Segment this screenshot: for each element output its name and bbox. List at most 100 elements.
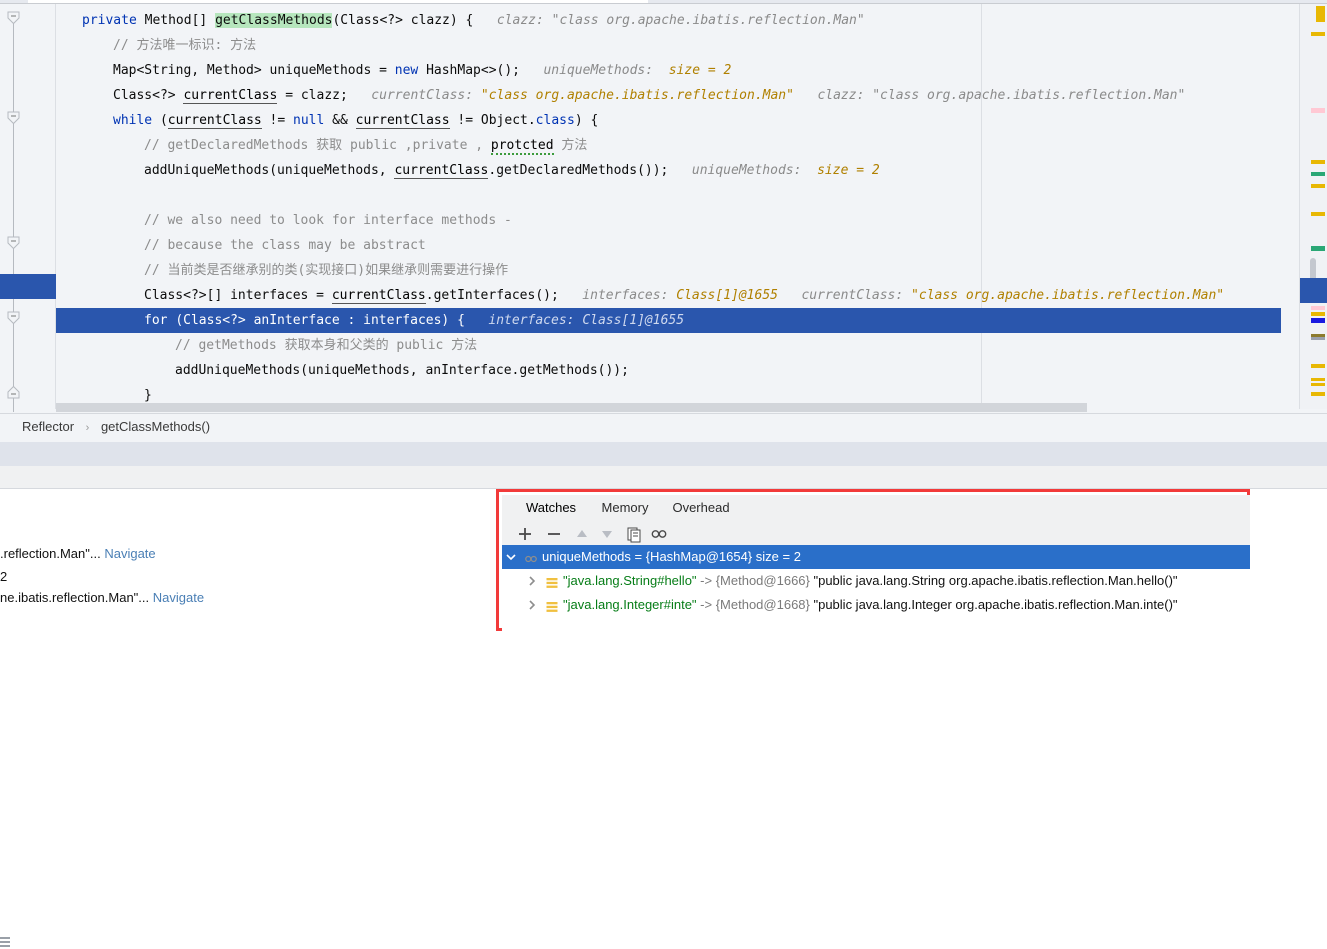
chevron-right-icon[interactable]	[525, 593, 539, 617]
chevron-right-icon: ›	[85, 422, 90, 434]
navigate-link[interactable]: Navigate	[104, 546, 155, 561]
watches-tree[interactable]: uniqueMethods = {HashMap@1654} size = 2 "…	[502, 545, 1250, 631]
code-line[interactable]: Map<String, Method> uniqueMethods = new …	[56, 58, 1281, 83]
minus-icon[interactable]	[545, 525, 563, 543]
code-token: new	[394, 63, 427, 78]
glasses-icon[interactable]	[650, 525, 668, 543]
code-lines[interactable]: private Method[] getClassMethods(Class<?…	[56, 4, 1281, 409]
watch-row[interactable]: "java.lang.Integer#inte" -> {Method@1668…	[502, 593, 1250, 617]
editor-marker[interactable]	[1311, 383, 1325, 386]
ellipsis: ...	[138, 590, 153, 605]
editor-marker[interactable]	[1311, 378, 1325, 381]
code-editor[interactable]: private Method[] getClassMethods(Class<?…	[0, 0, 1327, 413]
fold-expand-icon[interactable]	[6, 385, 21, 400]
watch-text: {Method@1666}	[715, 573, 810, 588]
code-token: clazz: "class org.apache.ibatis.reflecti…	[473, 13, 865, 28]
code-line[interactable]: addUniqueMethods(uniqueMethods, anInterf…	[56, 358, 1281, 383]
code-line[interactable]: // we also need to look for interface me…	[56, 208, 1281, 233]
code-line[interactable]: // getMethods 获取本身和父类的 public 方法	[56, 333, 1281, 358]
code-line[interactable]: // getDeclaredMethods 获取 public ,private…	[56, 133, 1281, 158]
code-token: getClassMethods	[215, 13, 333, 28]
editor-marker[interactable]	[1311, 212, 1325, 216]
code-token: interfaces:	[558, 288, 677, 303]
breadcrumb-item-method[interactable]: getClassMethods()	[101, 419, 210, 434]
map-entry-icon	[545, 574, 559, 588]
watches-tab-bar[interactable]: Watches Memory Overhead	[502, 495, 1250, 524]
code-line[interactable]: Class<?> currentClass = clazz; currentCl…	[56, 83, 1281, 108]
code-token: Class[1]@1655	[676, 288, 778, 303]
fold-collapse-icon[interactable]	[6, 110, 21, 125]
code-token: for	[144, 313, 176, 328]
code-token: null	[293, 113, 325, 128]
code-line[interactable]: for (Class<?> anInterface : interfaces) …	[56, 308, 1281, 333]
code-token: currentClass	[167, 113, 262, 129]
code-token: &&	[324, 113, 356, 128]
editor-marker[interactable]	[1311, 246, 1325, 251]
navigate-link[interactable]: Navigate	[153, 590, 204, 605]
code-token: Map<String, Method> uniqueMethods =	[113, 63, 395, 78]
editor-marker-gutter[interactable]	[1299, 4, 1327, 409]
code-line[interactable]: // because the class may be abstract	[56, 233, 1281, 258]
editor-fold-gutter[interactable]	[0, 4, 28, 412]
watches-toolbar[interactable]	[502, 522, 1250, 546]
copy-icon[interactable]	[625, 525, 643, 543]
editor-marker[interactable]	[1316, 6, 1325, 22]
code-token: // getDeclaredMethods 获取 public ,private…	[144, 138, 491, 153]
code-line[interactable]: // 当前类是否继承别的类(实现接口)如果继承则需要进行操作	[56, 258, 1281, 283]
code-token: size = 2	[668, 63, 732, 78]
code-token: private	[82, 13, 145, 28]
editor-marker[interactable]	[1311, 108, 1325, 113]
watch-row[interactable]: "java.lang.String#hello" -> {Method@1666…	[502, 569, 1250, 593]
chevron-down-icon[interactable]	[504, 545, 518, 569]
code-token: != Object.	[449, 113, 536, 128]
breadcrumb-item-class[interactable]: Reflector	[22, 419, 74, 434]
watch-row[interactable]: uniqueMethods = {HashMap@1654} size = 2	[502, 545, 1250, 569]
code-token: .getDeclaredMethods());	[488, 163, 669, 178]
code-line[interactable]: // 方法唯一标识: 方法	[56, 33, 1281, 58]
watch-text: "java.lang.Integer#inte"	[563, 597, 697, 612]
chevron-right-icon[interactable]	[525, 569, 539, 593]
fold-collapse-icon[interactable]	[6, 10, 21, 25]
variable-value-row[interactable]: ne.ibatis.reflection.Man"... Navigate	[0, 590, 204, 605]
code-token: = clazz;	[277, 88, 348, 103]
selected-line-gutter-highlight	[0, 274, 56, 299]
editor-marker[interactable]	[1311, 312, 1325, 316]
watches-panel[interactable]: Watches Memory Overhead uniqueMethods = {H…	[496, 489, 1250, 631]
code-token: (	[159, 113, 168, 128]
editor-marker[interactable]	[1311, 172, 1325, 176]
arrow-up-icon[interactable]	[573, 525, 591, 543]
editor-marker[interactable]	[1311, 337, 1325, 340]
code-line[interactable]	[56, 183, 1281, 208]
editor-marker[interactable]	[1311, 318, 1325, 323]
code-token: uniqueMethods:	[668, 163, 818, 178]
editor-marker[interactable]	[1311, 32, 1325, 36]
variable-value-row[interactable]: 2	[0, 569, 7, 584]
tab-memory[interactable]: Memory	[592, 495, 658, 522]
fold-collapse-icon[interactable]	[6, 310, 21, 325]
horizontal-scrollbar-thumb[interactable]	[56, 403, 1087, 412]
tab-overhead[interactable]: Overhead	[664, 495, 738, 522]
breadcrumb[interactable]: Reflector › getClassMethods()	[22, 419, 210, 434]
menu-lines-icon[interactable]	[0, 937, 12, 949]
code-token: Class<?>[] interfaces =	[144, 288, 332, 303]
code-token: currentClass:	[347, 88, 481, 103]
editor-marker[interactable]	[1311, 184, 1325, 188]
code-line[interactable]: while (currentClass != null && currentCl…	[56, 108, 1281, 133]
editor-marker[interactable]	[1311, 364, 1325, 368]
watch-text: {Method@1668}	[715, 597, 810, 612]
fold-collapse-icon[interactable]	[6, 235, 21, 250]
editor-marker[interactable]	[1311, 160, 1325, 164]
code-token: addUniqueMethods(uniqueMethods, anInterf…	[175, 363, 629, 378]
editor-marker[interactable]	[1311, 306, 1325, 310]
tab-watches[interactable]: Watches	[516, 495, 586, 524]
variable-value-text: 2	[0, 569, 8, 584]
variable-value-row[interactable]: .reflection.Man"... Navigate	[0, 546, 156, 561]
code-line[interactable]: Class<?>[] interfaces = currentClass.get…	[56, 283, 1281, 308]
code-line[interactable]: addUniqueMethods(uniqueMethods, currentC…	[56, 158, 1281, 183]
plus-icon[interactable]	[516, 525, 534, 543]
editor-marker[interactable]	[1311, 392, 1325, 396]
code-token: Class[1]@1655	[582, 313, 685, 328]
arrow-down-icon[interactable]	[598, 525, 616, 543]
code-token: Class<?>	[113, 88, 184, 103]
code-line[interactable]: private Method[] getClassMethods(Class<?…	[56, 8, 1281, 33]
